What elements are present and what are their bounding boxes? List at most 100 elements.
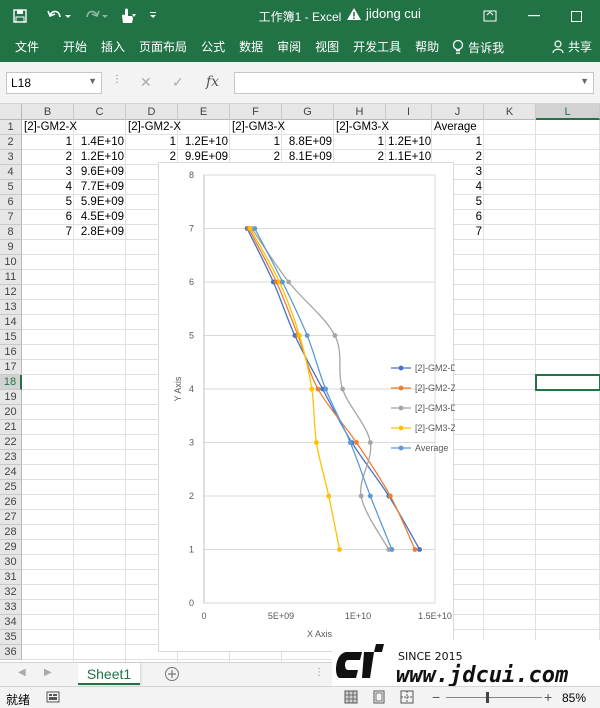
data-cell-c8[interactable]: 2.8E+09 — [74, 225, 126, 240]
scatter-chart[interactable]: 0 1 2 3 4 5 6 7 8 0 5E+09 1E+10 1.5E+10 X Axis Y Axis … — [158, 162, 455, 652]
select-all-corner[interactable] — [0, 104, 22, 120]
column-header-l[interactable]: L — [536, 104, 600, 120]
data-cell-b7[interactable]: 6 — [22, 210, 74, 225]
row-header-20[interactable]: 20 — [0, 405, 22, 420]
active-cell-selection[interactable] — [535, 374, 600, 391]
row-header-7[interactable]: 7 — [0, 210, 22, 225]
data-cell-c4[interactable]: 9.6E+09 — [74, 165, 126, 180]
header-cell-j1[interactable]: Average — [432, 120, 479, 135]
header-cell-d1[interactable]: [2]-GM2-X — [126, 120, 183, 135]
plus-circle-icon[interactable] — [164, 666, 180, 685]
row-header-9[interactable]: 9 — [0, 240, 22, 255]
undo-icon[interactable] — [42, 0, 76, 32]
column-header-k[interactable]: K — [484, 104, 536, 120]
data-cell-b6[interactable]: 5 — [22, 195, 74, 210]
row-header-24[interactable]: 24 — [0, 465, 22, 480]
row-header-30[interactable]: 30 — [0, 555, 22, 570]
page-break-view-icon[interactable] — [400, 690, 414, 707]
column-header-c[interactable]: C — [74, 104, 126, 120]
column-header-f[interactable]: F — [230, 104, 282, 120]
data-cell-j2[interactable]: 1 — [432, 135, 484, 150]
touch-mode-icon[interactable] — [114, 0, 140, 32]
tab-help[interactable]: 帮助 — [408, 32, 446, 62]
row-header-31[interactable]: 31 — [0, 570, 22, 585]
data-cell-b5[interactable]: 4 — [22, 180, 74, 195]
row-header-8[interactable]: 8 — [0, 225, 22, 240]
row-header-36[interactable]: 36 — [0, 645, 22, 660]
customize-toolbar-icon[interactable] — [144, 0, 162, 32]
row-header-11[interactable]: 11 — [0, 270, 22, 285]
data-cell-b4[interactable]: 3 — [22, 165, 74, 180]
data-cell-e2[interactable]: 1.2E+10 — [178, 135, 230, 150]
column-header-h[interactable]: H — [334, 104, 386, 120]
data-cell-b2[interactable]: 1 — [22, 135, 74, 150]
zoom-slider[interactable] — [446, 697, 542, 698]
data-cell-i2[interactable]: 1.2E+10 — [386, 135, 432, 150]
scroll-right-icon[interactable]: ▶ — [44, 667, 52, 678]
row-header-1[interactable]: 1 — [0, 120, 22, 135]
row-header-3[interactable]: 3 — [0, 150, 22, 165]
header-cell-b1[interactable]: [2]-GM2-X — [22, 120, 79, 135]
redo-icon[interactable] — [80, 0, 114, 32]
row-header-27[interactable]: 27 — [0, 510, 22, 525]
tab-insert[interactable]: 插入 — [94, 32, 132, 62]
row-header-13[interactable]: 13 — [0, 300, 22, 315]
row-header-23[interactable]: 23 — [0, 450, 22, 465]
header-cell-f1[interactable]: [2]-GM3-X — [230, 120, 287, 135]
data-cell-d2[interactable]: 1 — [126, 135, 178, 150]
row-header-15[interactable]: 15 — [0, 330, 22, 345]
row-header-21[interactable]: 21 — [0, 420, 22, 435]
macro-record-icon[interactable] — [46, 690, 60, 707]
row-header-16[interactable]: 16 — [0, 345, 22, 360]
normal-view-icon[interactable] — [344, 690, 358, 707]
tab-formulas[interactable]: 公式 — [194, 32, 232, 62]
tab-file[interactable]: 文件 — [8, 32, 46, 62]
cancel-icon[interactable]: ✕ — [140, 74, 152, 91]
data-cell-h2[interactable]: 1 — [334, 135, 386, 150]
data-cell-g2[interactable]: 8.8E+09 — [282, 135, 334, 150]
insert-function-button[interactable]: fx — [206, 74, 219, 90]
tab-view[interactable]: 视图 — [308, 32, 346, 62]
zoom-slider-thumb[interactable] — [486, 692, 489, 703]
row-header-4[interactable]: 4 — [0, 165, 22, 180]
zoom-out-button[interactable]: − — [432, 689, 440, 705]
row-header-14[interactable]: 14 — [0, 315, 22, 330]
maximize-icon[interactable] — [556, 0, 596, 32]
user-account[interactable]: jidong cui — [346, 6, 421, 21]
row-header-2[interactable]: 2 — [0, 135, 22, 150]
row-header-17[interactable]: 17 — [0, 360, 22, 375]
row-header-34[interactable]: 34 — [0, 615, 22, 630]
tab-data[interactable]: 数据 — [232, 32, 270, 62]
expand-formula-icon[interactable]: ▼ — [580, 76, 589, 86]
column-header-i[interactable]: I — [386, 104, 432, 120]
data-cell-c6[interactable]: 5.9E+09 — [74, 195, 126, 210]
scroll-left-icon[interactable]: ◀ — [18, 667, 26, 678]
row-header-33[interactable]: 33 — [0, 600, 22, 615]
column-header-e[interactable]: E — [178, 104, 230, 120]
row-header-28[interactable]: 28 — [0, 525, 22, 540]
data-cell-c5[interactable]: 7.7E+09 — [74, 180, 126, 195]
data-cell-c2[interactable]: 1.4E+10 — [74, 135, 126, 150]
tell-me-box[interactable]: 告诉我 — [446, 39, 510, 56]
tab-developer[interactable]: 开发工具 — [346, 32, 408, 62]
row-header-26[interactable]: 26 — [0, 495, 22, 510]
data-cell-b8[interactable]: 7 — [22, 225, 74, 240]
row-header-6[interactable]: 6 — [0, 195, 22, 210]
tab-review[interactable]: 审阅 — [270, 32, 308, 62]
row-header-32[interactable]: 32 — [0, 585, 22, 600]
header-cell-h1[interactable]: [2]-GM3-X — [334, 120, 391, 135]
enter-icon[interactable]: ✓ — [172, 74, 184, 91]
data-cell-b3[interactable]: 2 — [22, 150, 74, 165]
row-header-10[interactable]: 10 — [0, 255, 22, 270]
name-box[interactable]: L18 ▼ — [6, 72, 102, 94]
row-header-12[interactable]: 12 — [0, 285, 22, 300]
share-button[interactable]: 共享 — [552, 32, 592, 62]
sheet-options-icon[interactable]: ⋮ — [314, 667, 324, 678]
sheet-tab-sheet1[interactable]: Sheet1 — [78, 663, 140, 685]
column-header-b[interactable]: B — [22, 104, 74, 120]
tab-home[interactable]: 开始 — [56, 32, 94, 62]
zoom-in-button[interactable]: + — [544, 689, 552, 705]
row-header-29[interactable]: 29 — [0, 540, 22, 555]
column-header-j[interactable]: J — [432, 104, 484, 120]
minimize-icon[interactable] — [514, 0, 554, 32]
